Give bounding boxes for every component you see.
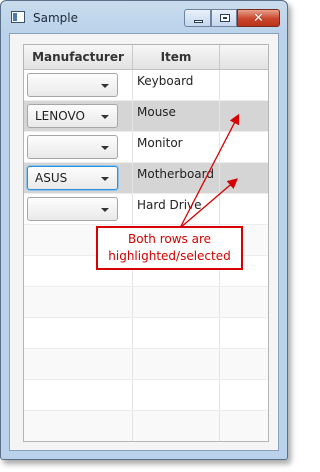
column-divider (219, 101, 220, 131)
column-divider (132, 132, 133, 162)
column-divider (132, 101, 133, 131)
column-divider (132, 411, 133, 441)
maximize-icon (220, 14, 230, 22)
column-divider (132, 287, 133, 317)
column-divider (132, 349, 133, 379)
column-divider (219, 380, 220, 410)
column-header-filler (220, 45, 268, 69)
annotation-line-2: highlighted/selected (108, 249, 231, 263)
empty-table-row[interactable] (24, 318, 268, 349)
manufacturer-combo-box[interactable]: LENOVO (27, 104, 118, 128)
empty-table-row[interactable] (24, 349, 268, 380)
column-divider (219, 163, 220, 193)
combo-value: LENOVO (35, 109, 85, 123)
column-divider (219, 70, 220, 100)
minimize-button[interactable] (184, 9, 211, 27)
column-divider (132, 70, 133, 100)
maximize-button[interactable] (211, 9, 237, 27)
column-divider (132, 194, 133, 224)
table-row[interactable]: Keyboard (24, 70, 268, 101)
column-divider (132, 380, 133, 410)
column-divider (132, 163, 133, 193)
column-divider (219, 287, 220, 317)
table-row[interactable]: LENOVO Mouse (24, 101, 268, 132)
item-cell: Mouse (137, 105, 176, 119)
column-divider (219, 132, 220, 162)
column-divider (219, 411, 220, 441)
chevron-down-icon (101, 84, 109, 88)
manufacturer-combo-box[interactable] (27, 197, 118, 221)
manufacturer-combo-box[interactable]: ASUS (27, 166, 118, 190)
table-row[interactable]: Hard Drive (24, 194, 268, 225)
table-header: Manufacturer Item (24, 45, 268, 70)
item-cell: Hard Drive (137, 198, 202, 212)
annotation-line-1: Both rows are (128, 232, 211, 246)
app-icon (11, 11, 25, 23)
table-row[interactable]: Monitor (24, 132, 268, 163)
manufacturer-combo-box[interactable] (27, 73, 118, 97)
column-divider (219, 349, 220, 379)
close-button[interactable]: ✕ (237, 9, 280, 27)
chevron-down-icon (101, 177, 109, 181)
item-cell: Monitor (137, 136, 183, 150)
window-title: Sample (33, 11, 78, 25)
minimize-icon (194, 20, 203, 23)
column-header-item[interactable]: Item (133, 45, 220, 69)
column-divider (219, 318, 220, 348)
manufacturer-combo-box[interactable] (27, 135, 118, 159)
empty-table-row[interactable] (24, 380, 268, 411)
title-bar[interactable]: Sample ✕ (1, 1, 287, 33)
item-cell: Motherboard (137, 167, 214, 181)
chevron-down-icon (101, 208, 109, 212)
close-icon: ✕ (253, 11, 264, 26)
annotation-callout: Both rows are highlighted/selected (96, 226, 243, 270)
column-divider (132, 318, 133, 348)
column-header-manufacturer[interactable]: Manufacturer (24, 45, 133, 69)
chevron-down-icon (101, 115, 109, 119)
column-divider (219, 194, 220, 224)
empty-table-row[interactable] (24, 287, 268, 318)
item-cell: Keyboard (137, 74, 194, 88)
combo-value: ASUS (35, 171, 68, 185)
chevron-down-icon (101, 146, 109, 150)
empty-table-row[interactable] (24, 411, 268, 441)
table-row[interactable]: ASUS Motherboard (24, 163, 268, 194)
